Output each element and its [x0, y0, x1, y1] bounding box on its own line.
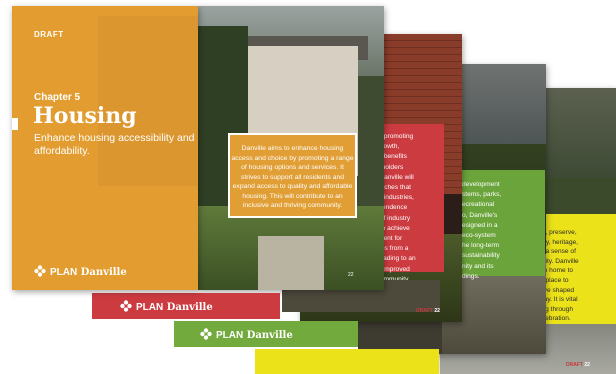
- text-line: ntity. Danville: [540, 257, 579, 265]
- flower-logo-icon: [120, 300, 132, 312]
- text-line: or, preserve,: [540, 229, 577, 236]
- green-strip: PLAN Danville: [174, 321, 358, 347]
- text-line: ecreational: [462, 201, 495, 209]
- text-line: he long-term: [462, 242, 500, 250]
- page-tab-marker: [12, 118, 18, 130]
- red-strip: PLAN Danville: [92, 293, 280, 319]
- plan-danville-logo: PLAN Danville: [34, 265, 127, 278]
- page-title: Housing: [33, 103, 137, 129]
- text-line: eco-system: [462, 232, 496, 240]
- text-line: nity and its: [462, 262, 494, 270]
- plan-danville-logo: PLAN Danville: [120, 300, 213, 313]
- page-3-footer: DRAFT 22: [416, 308, 440, 314]
- text-line: d place to: [540, 276, 569, 284]
- chapter-label: Chapter 5: [34, 92, 81, 103]
- faded-house: [98, 16, 198, 186]
- page-5-text: or, preserve, ory, heritage, g a sense o…: [540, 228, 614, 324]
- page-2-number: 22: [348, 272, 354, 278]
- text-line: esigned in a: [462, 221, 498, 229]
- text-line: ory, heritage,: [540, 238, 578, 246]
- draft-label: DRAFT: [416, 308, 433, 314]
- draft-label: DRAFT: [34, 30, 64, 39]
- text-line: dings.: [462, 272, 480, 280]
- page-number: 22: [584, 362, 590, 368]
- text-line: g a sense of: [540, 248, 576, 256]
- logo-name: Danville: [166, 302, 213, 313]
- logo-name: Danville: [80, 267, 127, 278]
- text-line: en home to: [540, 267, 573, 275]
- text-line: day. It is vital: [540, 296, 578, 304]
- flower-logo-icon: [34, 265, 46, 277]
- text-line: ave shaped: [540, 286, 575, 294]
- text-line: elebration.: [540, 315, 571, 323]
- logo-prefix: PLAN: [216, 330, 244, 341]
- page-2-text: Danville aims to enhance housing access …: [231, 145, 354, 209]
- flower-logo-icon: [200, 328, 212, 340]
- walkway: [258, 236, 324, 290]
- yellow-strip: [255, 349, 439, 374]
- page-5-footer: DRAFT 22: [566, 362, 590, 368]
- plan-danville-logo: PLAN Danville: [200, 328, 293, 341]
- text-line: sustainability: [462, 252, 500, 260]
- logo-name: Danville: [246, 330, 293, 341]
- page-subtitle: Enhance housing accessibility and afford…: [34, 132, 195, 157]
- draft-label: DRAFT: [566, 362, 583, 368]
- text-line: development: [462, 181, 500, 188]
- logo-prefix: PLAN: [50, 267, 78, 278]
- text-line: ing through: [540, 305, 573, 313]
- logo-prefix: PLAN: [136, 302, 164, 313]
- page-4-text: development stems, parks, ecreational o,…: [462, 180, 542, 282]
- text-line: stems, parks,: [462, 191, 502, 199]
- text-line: o, Danville's: [462, 211, 498, 219]
- page-number: 22: [434, 308, 440, 314]
